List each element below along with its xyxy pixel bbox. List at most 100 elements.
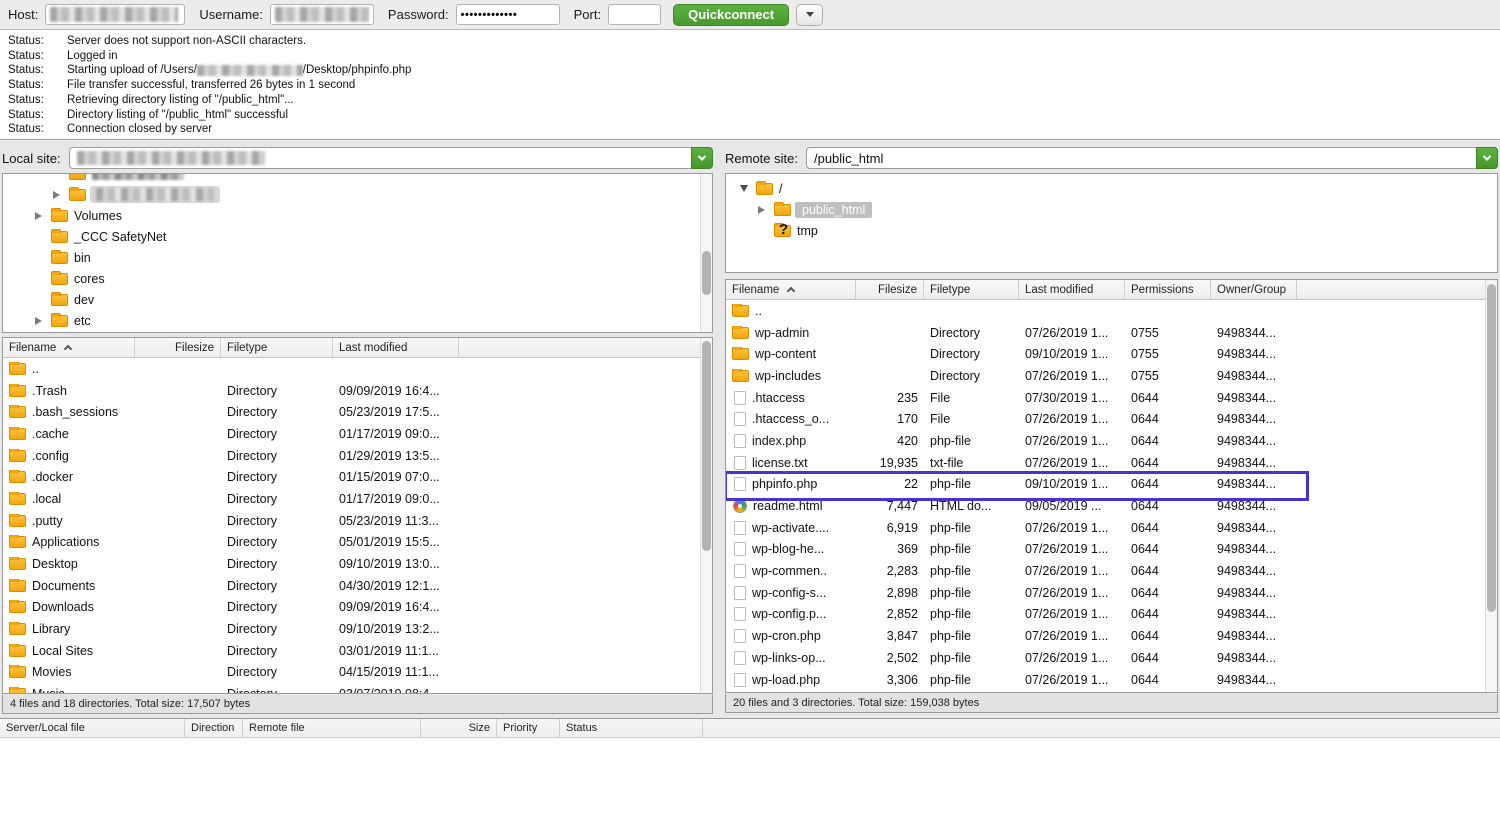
file-row-item[interactable]: .. (3, 358, 712, 380)
column-header-owner-group[interactable]: Owner/Group (1211, 280, 1297, 299)
remote-tree-item-public-html[interactable]: public_html (726, 199, 1497, 220)
file-row-htaccess-o[interactable]: .htaccess_o...170File07/26/2019 1...0644… (726, 408, 1497, 430)
folder-icon (732, 348, 749, 360)
local-tree-scrollbar[interactable] (700, 174, 712, 332)
file-row-local[interactable]: .localDirectory01/17/2019 09:0... (3, 488, 712, 510)
filename-text: .cache (32, 427, 69, 441)
column-header-label: Filesize (175, 342, 214, 354)
remote-tree-item-tmp[interactable]: tmp (726, 220, 1497, 241)
local-tree-item-bin[interactable]: bin (3, 247, 712, 268)
filetype-cell: Directory (221, 470, 333, 484)
file-row-wp-activate[interactable]: wp-activate....6,919php-file07/26/2019 1… (726, 517, 1497, 539)
scrollbar-thumb[interactable] (702, 251, 711, 295)
local-site-select[interactable] (69, 147, 713, 169)
file-row-wp-admin[interactable]: wp-adminDirectory07/26/2019 1...07559498… (726, 322, 1497, 344)
scrollbar-thumb[interactable] (702, 341, 711, 551)
permissions-cell: 0644 (1125, 477, 1211, 491)
file-row-library[interactable]: LibraryDirectory09/10/2019 13:2... (3, 618, 712, 640)
quickconnect-dropdown-button[interactable] (796, 4, 823, 26)
redacted-host-value (50, 7, 178, 22)
remote-site-dropdown-button[interactable] (1476, 147, 1498, 169)
file-row-documents[interactable]: DocumentsDirectory04/30/2019 12:1... (3, 575, 712, 597)
file-row-wp-config-p[interactable]: wp-config.p...2,852php-file07/26/2019 1.… (726, 604, 1497, 626)
remote-status-bar: 20 files and 3 directories. Total size: … (725, 694, 1498, 713)
file-row-wp-config-s[interactable]: wp-config-s...2,898php-file07/26/2019 1.… (726, 582, 1497, 604)
permissions-cell: 0755 (1125, 369, 1211, 383)
local-list-scrollbar[interactable] (700, 338, 712, 693)
column-header-last-modified[interactable]: Last modified (1019, 280, 1125, 299)
file-row-readme-html[interactable]: readme.html7,447HTML do...09/05/2019 ...… (726, 495, 1497, 517)
file-row-trash[interactable]: .TrashDirectory09/09/2019 16:4... (3, 380, 712, 402)
file-row-license-txt[interactable]: license.txt19,935txt-file07/26/2019 1...… (726, 452, 1497, 474)
column-header-permissions[interactable]: Permissions (1125, 280, 1211, 299)
file-row-wp-blog-he[interactable]: wp-blog-he...369php-file07/26/2019 1...0… (726, 539, 1497, 561)
file-icon (734, 477, 746, 491)
file-row-wp-links-op[interactable]: wp-links-op...2,502php-file07/26/2019 1.… (726, 647, 1497, 669)
column-header-priority[interactable]: Priority (497, 719, 560, 737)
expanded-arrow-icon[interactable] (740, 185, 756, 192)
remote-site-select[interactable]: /public_html (806, 147, 1498, 169)
filetype-cell: Directory (221, 644, 333, 658)
file-row-applications[interactable]: ApplicationsDirectory05/01/2019 15:5... (3, 532, 712, 554)
local-tree-item[interactable] (3, 184, 712, 205)
column-header-filetype[interactable]: Filetype (924, 280, 1019, 299)
file-row-wp-commen[interactable]: wp-commen..2,283php-file07/26/2019 1...0… (726, 560, 1497, 582)
quickconnect-button[interactable]: Quickconnect (673, 4, 789, 26)
file-row-downloads[interactable]: DownloadsDirectory09/09/2019 16:4... (3, 597, 712, 619)
filename-text: wp-admin (755, 326, 809, 340)
file-row-putty[interactable]: .puttyDirectory05/23/2019 11:3... (3, 510, 712, 532)
scrollbar-thumb[interactable] (1487, 284, 1496, 612)
collapsed-arrow-icon[interactable] (35, 317, 51, 325)
last-modified-cell: 07/26/2019 1... (1019, 542, 1125, 556)
filesize-cell: 420 (856, 434, 924, 448)
collapsed-arrow-icon[interactable] (758, 206, 774, 214)
owner-group-cell: 9498344... (1211, 521, 1297, 535)
local-tree-item[interactable] (3, 173, 712, 184)
folder-icon (51, 294, 68, 306)
column-header-filesize[interactable]: Filesize (856, 280, 924, 299)
file-row-config[interactable]: .configDirectory01/29/2019 13:5... (3, 445, 712, 467)
column-header-status[interactable]: Status (560, 719, 703, 737)
file-row-item[interactable]: .. (726, 300, 1497, 322)
file-row-wp-cron-php[interactable]: wp-cron.php3,847php-file07/26/2019 1...0… (726, 625, 1497, 647)
local-site-dropdown-button[interactable] (691, 147, 713, 169)
collapsed-arrow-icon[interactable] (53, 191, 69, 199)
file-row-docker[interactable]: .dockerDirectory01/15/2019 07:0... (3, 466, 712, 488)
column-header-filename[interactable]: Filename (3, 338, 135, 357)
file-row-wp-content[interactable]: wp-contentDirectory09/10/2019 1...075594… (726, 343, 1497, 365)
local-tree-item-cores[interactable]: cores (3, 268, 712, 289)
file-row-music[interactable]: MusicDirectory03/07/2019 08:4 (3, 683, 712, 693)
file-row-desktop[interactable]: DesktopDirectory09/10/2019 13:0... (3, 553, 712, 575)
column-header-filetype[interactable]: Filetype (221, 338, 333, 357)
file-row-phpinfo-php[interactable]: phpinfo.php22php-file09/10/2019 1...0644… (726, 474, 1497, 496)
filename-cell: Movies (3, 665, 135, 679)
permissions-cell: 0644 (1125, 607, 1211, 621)
column-header-direction[interactable]: Direction (185, 719, 243, 737)
last-modified-cell: 07/26/2019 1... (1019, 673, 1125, 687)
collapsed-arrow-icon[interactable] (35, 212, 51, 220)
column-header-server-local-file[interactable]: Server/Local file (0, 719, 185, 737)
remote-tree-item-item[interactable]: / (726, 178, 1497, 199)
port-input[interactable] (608, 4, 661, 25)
file-row-cache[interactable]: .cacheDirectory01/17/2019 09:0... (3, 423, 712, 445)
file-row-wp-includes[interactable]: wp-includesDirectory07/26/2019 1...07559… (726, 365, 1497, 387)
file-row-index-php[interactable]: index.php420php-file07/26/2019 1...06449… (726, 430, 1497, 452)
column-header-filename[interactable]: Filename (726, 280, 856, 299)
password-input[interactable]: ••••••••••••• (456, 4, 560, 25)
column-header-remote-file[interactable]: Remote file (243, 719, 421, 737)
local-tree-item-dev[interactable]: dev (3, 289, 712, 310)
column-header-last-modified[interactable]: Last modified (333, 338, 459, 357)
column-header-size[interactable]: Size (421, 719, 497, 737)
file-row-bash-sessions[interactable]: .bash_sessionsDirectory05/23/2019 17:5..… (3, 401, 712, 423)
file-row-movies[interactable]: MoviesDirectory04/15/2019 11:1... (3, 662, 712, 684)
file-row-htaccess[interactable]: .htaccess235File07/30/2019 1...064494983… (726, 387, 1497, 409)
local-tree-item-volumes[interactable]: Volumes (3, 205, 712, 226)
filename-cell: .. (3, 362, 135, 376)
host-input[interactable] (45, 4, 185, 25)
username-input[interactable] (270, 4, 374, 25)
file-row-wp-load-php[interactable]: wp-load.php3,306php-file07/26/2019 1...0… (726, 669, 1497, 691)
local-tree-item-etc[interactable]: etc (3, 310, 712, 331)
file-row-local-sites[interactable]: Local SitesDirectory03/01/2019 11:1... (3, 640, 712, 662)
column-header-filesize[interactable]: Filesize (135, 338, 221, 357)
local-tree-item-ccc-safetynet[interactable]: _CCC SafetyNet (3, 226, 712, 247)
